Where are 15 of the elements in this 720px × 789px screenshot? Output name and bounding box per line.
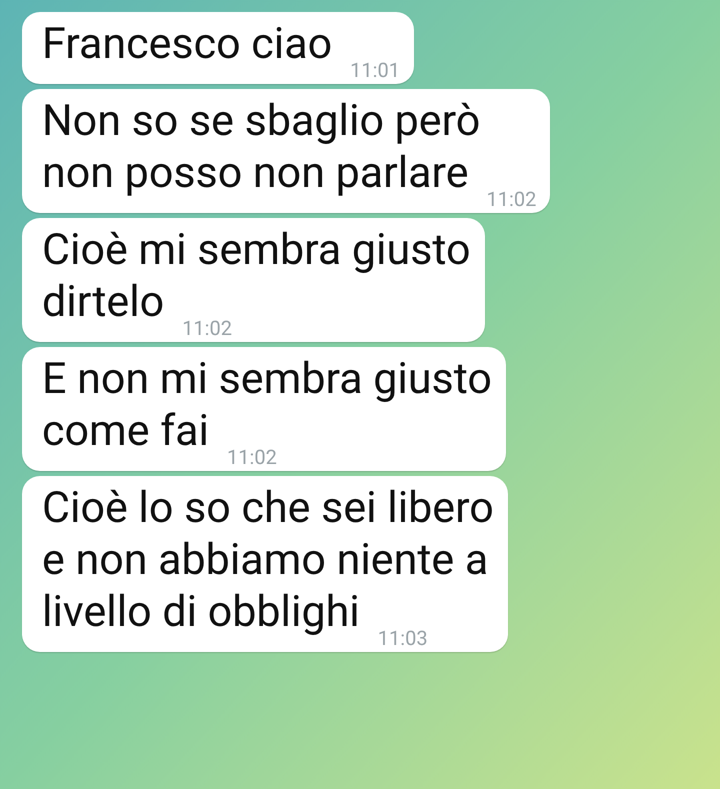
message-time: 11:02 — [486, 187, 536, 211]
message-text: Cioè mi sembra giusto — [42, 224, 471, 276]
message-text: Francesco ciao — [42, 18, 332, 70]
message-time: 11:02 — [182, 316, 232, 340]
message-text: Cioè lo so che sei libero — [42, 482, 494, 534]
message-text: non posso non parlare — [42, 147, 469, 199]
message-text: dirtelo — [42, 276, 164, 328]
message-text: Non so se sbaglio però — [42, 95, 482, 147]
message-text: come fai — [42, 405, 210, 457]
message-time: 11:01 — [350, 58, 400, 82]
message-text: e non abbiamo niente a — [42, 534, 490, 586]
message-time: 11:03 — [378, 626, 428, 650]
message-time: 11:02 — [227, 445, 277, 469]
message-text: livello di obblighi — [42, 586, 360, 638]
message-text: E non mi sembra giusto — [42, 353, 492, 405]
